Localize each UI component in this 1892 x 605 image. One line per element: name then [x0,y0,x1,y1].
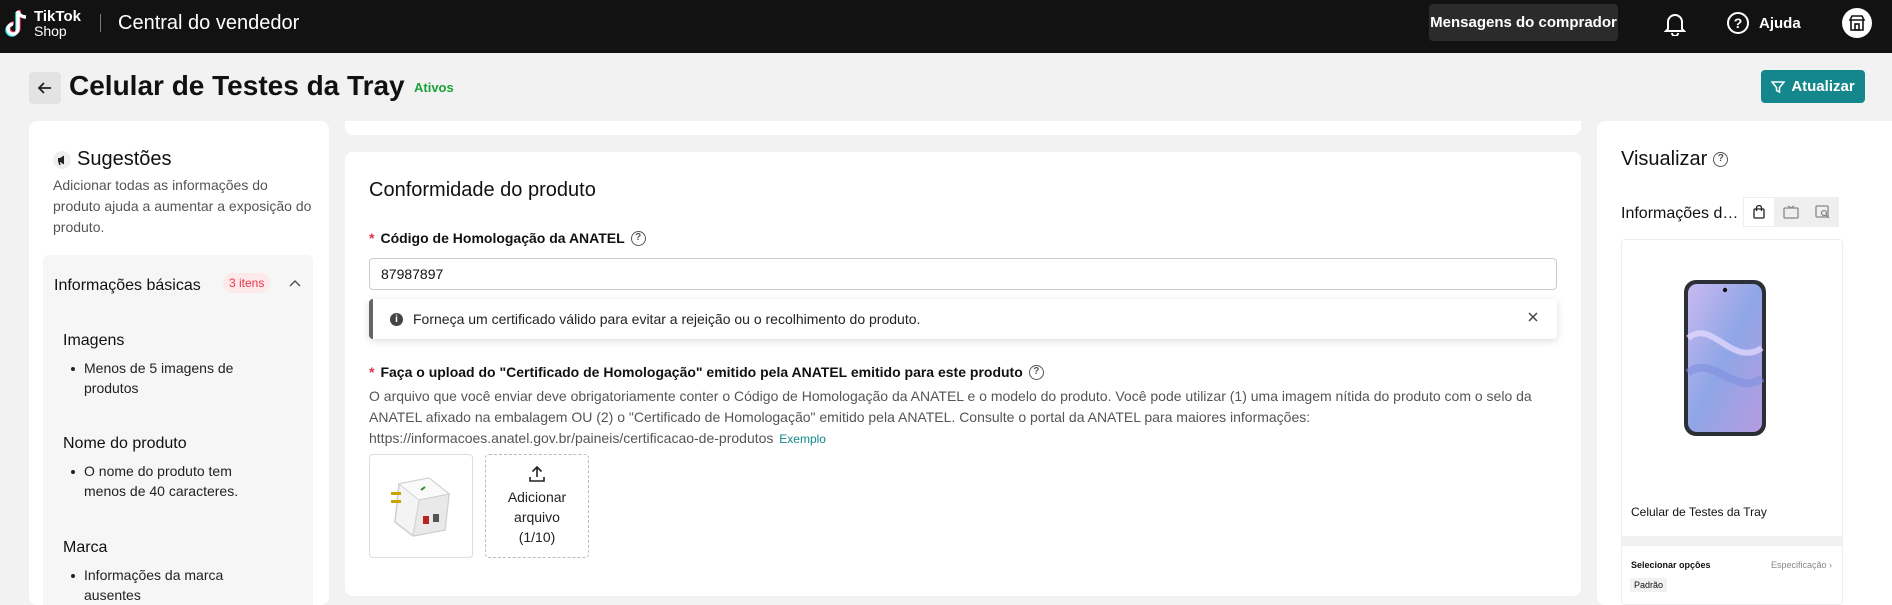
charger-image [391,477,451,537]
warning-text: Forneça um certificado válido para evita… [413,311,921,327]
help-menu[interactable]: ? Ajuda [1727,12,1801,34]
help-tooltip-icon[interactable]: ? [1028,364,1044,380]
help-tooltip-icon[interactable]: ? [1713,152,1729,167]
help-circle-icon: ? [1727,12,1749,34]
product-compliance-card: Conformidade do produto * Código de Homo… [345,152,1581,596]
update-button[interactable]: Atualizar [1761,70,1865,103]
tiktok-shop-logo[interactable]: TikTok Shop [4,8,81,40]
status-badge: Ativos [414,80,454,95]
select-options-label: Selecionar opções [1631,560,1711,570]
option-chip[interactable]: Padrão [1630,578,1668,592]
arrow-left-icon [37,82,51,94]
suggestion-item: Informações da marca ausentes [63,565,263,605]
certificate-upload-label: * Faça o upload do "Certificado de Homol… [369,364,1044,380]
page-title: Celular de Testes da Tray [69,70,405,101]
filter-funnel-icon [1771,80,1786,93]
add-file-upload-button[interactable]: Adicionar arquivo (1/10) [485,454,589,558]
update-button-label: Atualizar [1791,78,1855,95]
anatel-code-input[interactable] [369,258,1557,290]
add-file-label-line2: arquivo [514,509,560,525]
shopping-bag-icon[interactable] [1743,197,1775,227]
app-title: Central do vendedor [118,12,300,34]
basic-info-section[interactable]: Informações básicas 3 itens Imagens Meno… [43,255,313,605]
suggestion-item: Menos de 5 imagens de produtos [63,358,263,398]
store-account-icon[interactable] [1842,8,1872,38]
certificate-upload-label-text: Faça o upload do "Certificado de Homolog… [380,364,1023,380]
preview-product-name: Celular de Testes da Tray [1631,505,1767,519]
suggestion-group-title: Nome do produto [63,435,187,452]
items-count-badge: 3 itens [223,273,271,293]
suggestions-title: Sugestões [77,148,172,170]
suggestion-group-brand: Marca Informações da marca ausentes [63,539,263,605]
preview-view-tabs [1743,197,1839,227]
megaphone-icon [53,150,71,169]
chevron-up-icon[interactable] [289,279,301,287]
back-button[interactable] [29,72,61,104]
add-file-label-line1: Adicionar [507,489,567,505]
suggestion-item: O nome do produto tem menos de 40 caract… [63,461,263,501]
buyer-messages-button[interactable]: Mensagens do comprador [1429,4,1618,41]
search-preview-icon[interactable] [1807,197,1839,227]
upload-icon [529,465,545,482]
logo-text-tiktok: TikTok [34,8,81,25]
suggestion-group-product-name: Nome do produto O nome do produto tem me… [63,435,263,501]
basic-info-title: Informações básicas [54,277,201,294]
help-label: Ajuda [1759,14,1801,32]
previous-card-bottom [345,121,1581,135]
file-count: (1/10) [518,529,556,545]
specification-link[interactable]: Especificação › [1771,560,1832,570]
suggestions-description: Adicionar todas as informações do produt… [53,177,312,235]
suggestions-panel: Sugestões Adicionar todas as informações… [29,121,329,605]
smartphone-image [1684,280,1766,436]
live-stream-icon[interactable] [1775,197,1807,227]
anatel-code-label: * Código de Homologação da ANATEL ? [369,230,646,246]
preview-title: Visualizar [1621,148,1708,170]
anatel-code-label-text: Código de Homologação da ANATEL [380,230,625,246]
info-icon: i [390,312,403,326]
example-link[interactable]: Exemplo [779,432,826,446]
top-navigation-bar: TikTok Shop Central do vendedor Mensagen… [0,0,1892,53]
required-asterisk: * [369,364,375,380]
suggestion-group-title: Imagens [63,332,125,349]
close-icon[interactable] [1527,311,1539,323]
specification-label: Especificação [1770,560,1827,570]
help-tooltip-icon[interactable]: ? [630,230,646,246]
logo-text-shop: Shop [34,23,67,39]
suggestion-group-images: Imagens Menos de 5 imagens de produtos [63,332,263,398]
certificate-upload-description: O arquivo que você enviar deve obrigator… [369,386,1559,450]
notifications-bell-icon[interactable] [1663,12,1687,41]
uploaded-certificate-thumbnail[interactable] [369,454,473,558]
topbar-divider [100,14,101,32]
required-asterisk: * [369,230,375,246]
preview-subtitle: Informações do produto [1621,205,1746,222]
preview-separator [1622,536,1842,546]
preview-panel: Visualizar ? Informações do produto [1597,121,1892,605]
upload-description-text: O arquivo que você enviar deve obrigator… [369,388,1532,446]
certificate-warning-alert: i Forneça um certificado válido para evi… [369,299,1557,339]
tiktok-note-icon [5,10,27,37]
product-preview-card: Celular de Testes da Tray Selecionar opç… [1621,239,1843,605]
section-title: Conformidade do produto [369,179,596,201]
suggestion-group-title: Marca [63,539,108,556]
